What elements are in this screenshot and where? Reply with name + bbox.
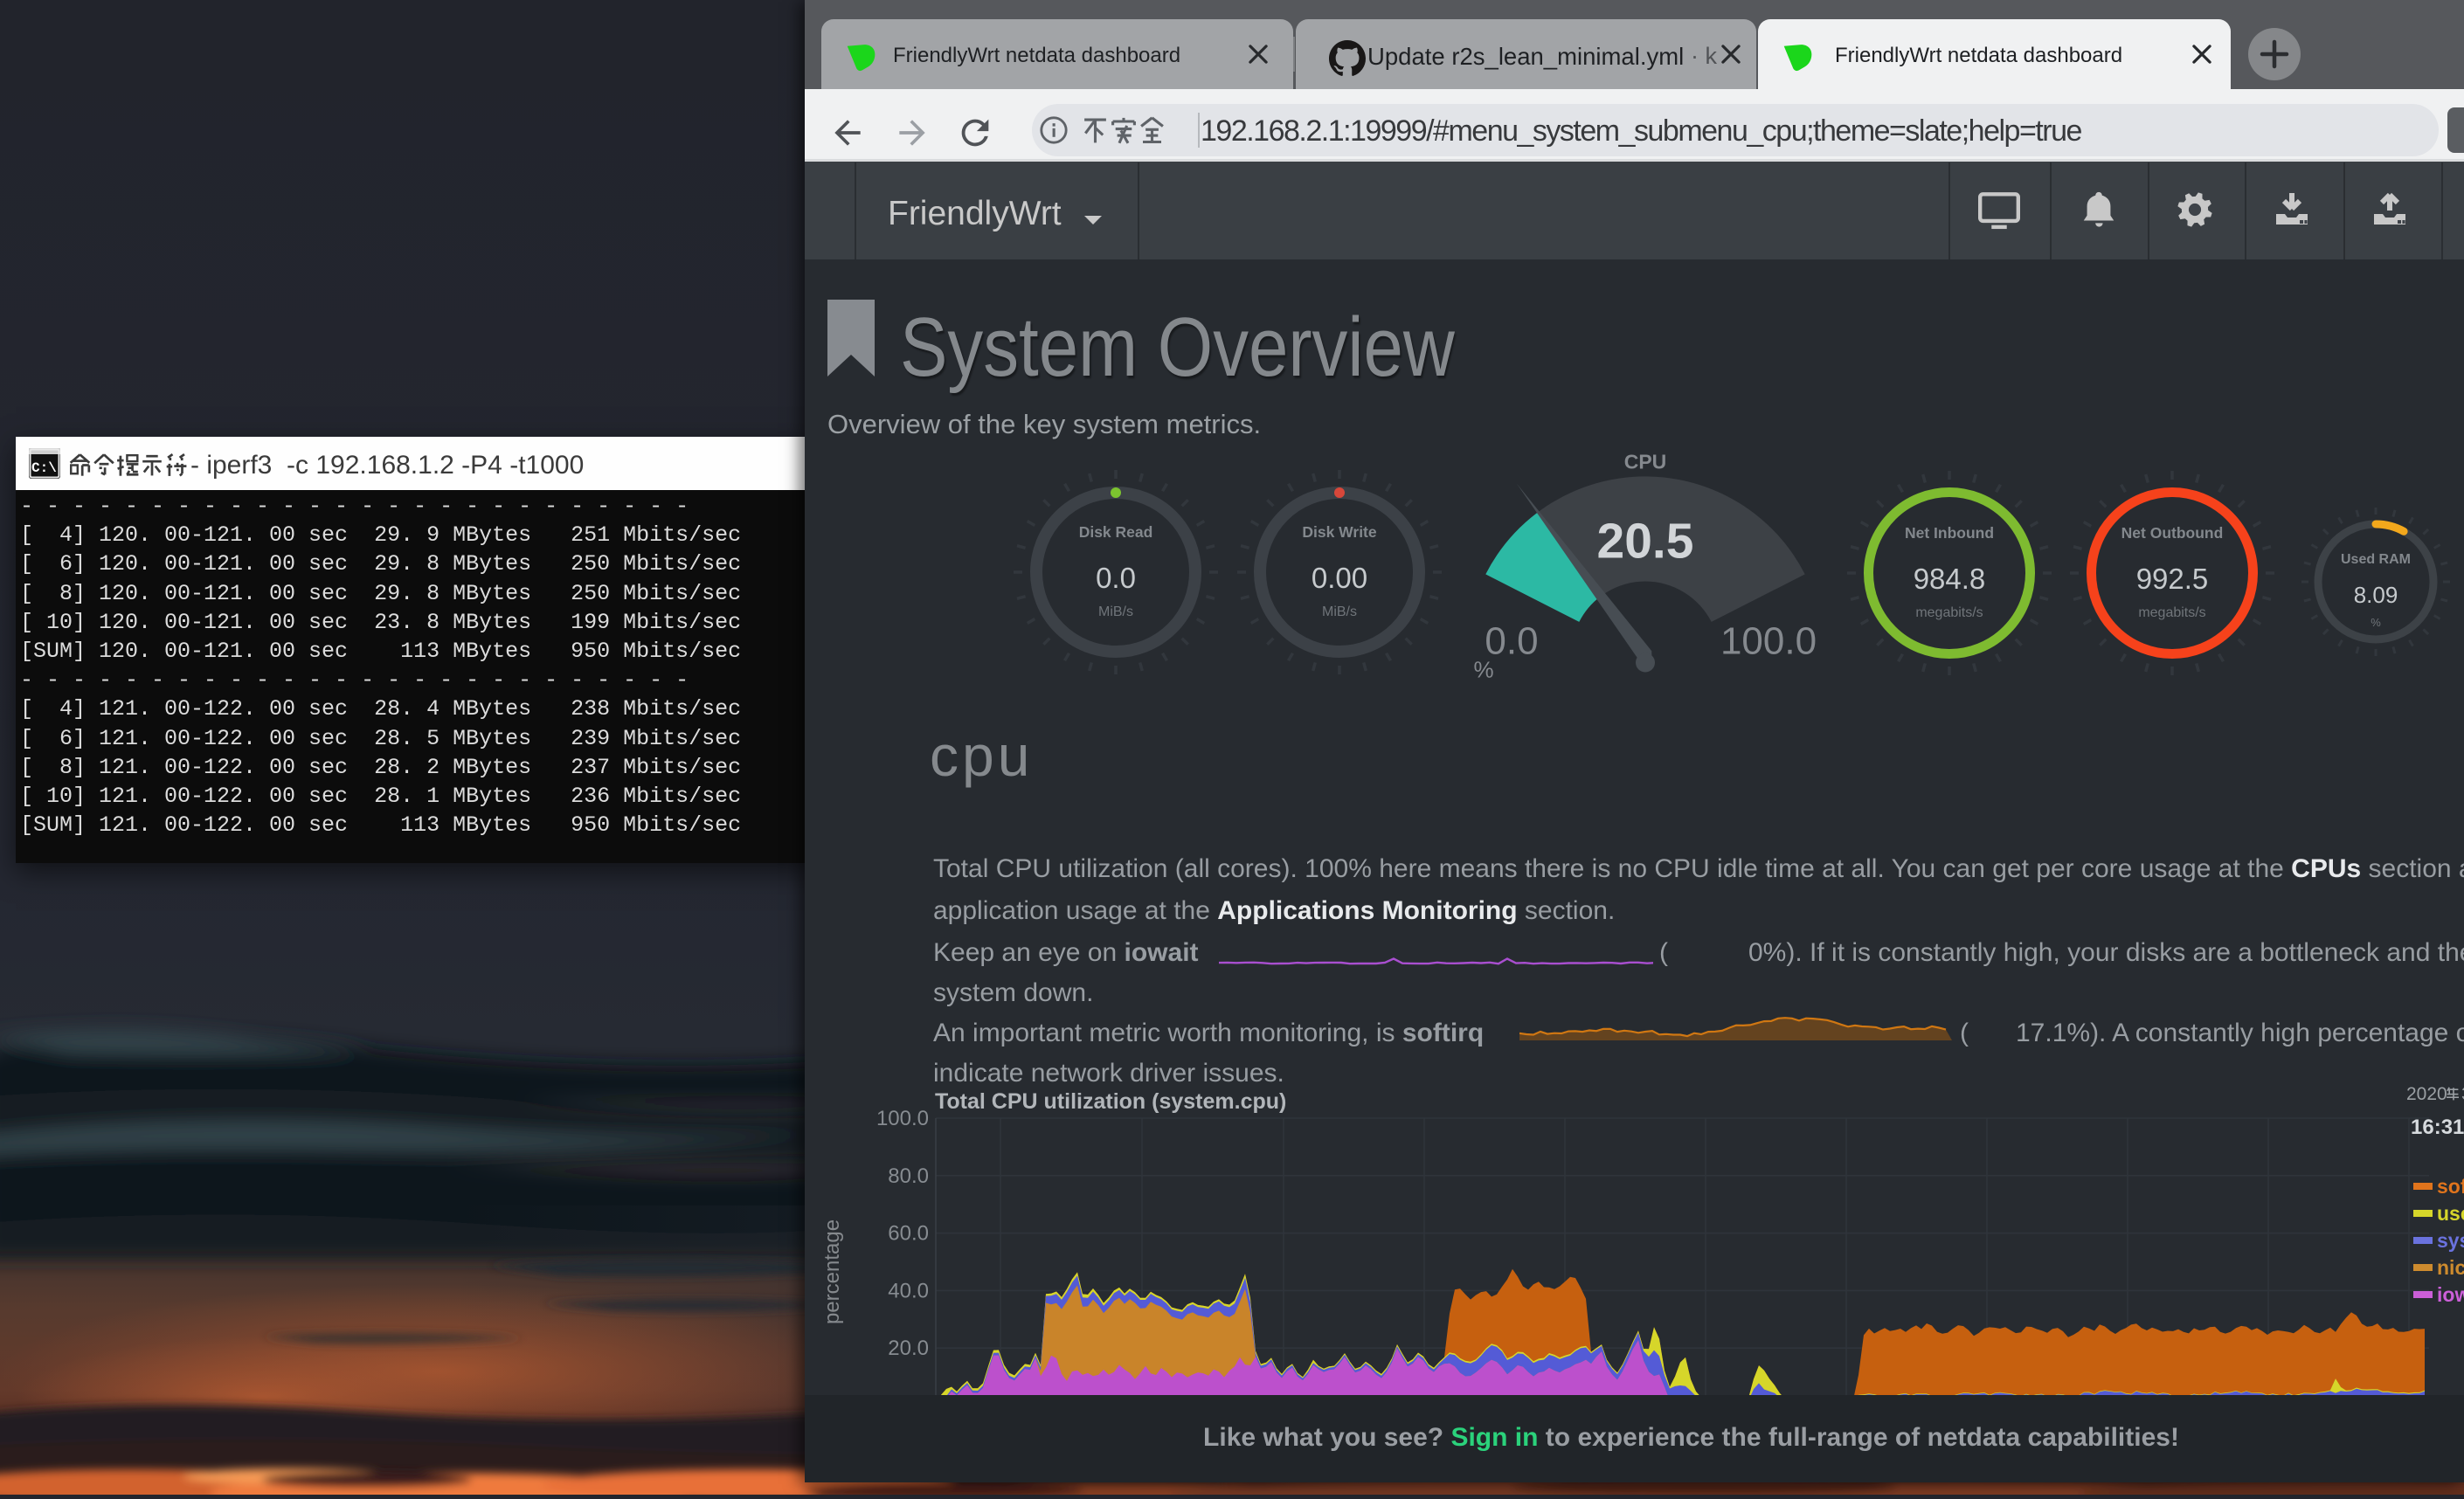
svg-text:MiB/s: MiB/s [1098, 604, 1133, 619]
svg-text:16:31:2: 16:31:2 [2411, 1116, 2464, 1139]
svg-text:CPU: CPU [1624, 451, 1667, 473]
svg-text:C:\: C:\ [31, 460, 57, 476]
svg-text:Disk Write: Disk Write [1302, 523, 1377, 541]
svg-text:8.09: 8.09 [2354, 582, 2398, 608]
svg-text:percentage: percentage [820, 1219, 844, 1324]
svg-text:100.0: 100.0 [876, 1107, 929, 1130]
svg-text:40.0: 40.0 [888, 1279, 929, 1302]
svg-text:992.5: 992.5 [2136, 563, 2209, 595]
svg-text:Disk Read: Disk Read [1079, 523, 1153, 541]
svg-text:984.8: 984.8 [1914, 563, 1986, 595]
svg-text:%: % [1473, 657, 1493, 683]
svg-text:0.00: 0.00 [1312, 562, 1367, 594]
svg-text:Net Inbound: Net Inbound [1905, 524, 1994, 542]
svg-text:80.0: 80.0 [888, 1164, 929, 1188]
svg-text:nice: nice [2437, 1256, 2464, 1279]
svg-text:soft: soft [2437, 1175, 2464, 1198]
svg-text:Net Outbound: Net Outbound [2121, 524, 2224, 542]
svg-text:100.0: 100.0 [1720, 620, 1817, 663]
svg-text:Total CPU utilization (system.: Total CPU utilization (system.cpu) [935, 1089, 1286, 1114]
svg-text:20.0: 20.0 [888, 1337, 929, 1360]
svg-text:0.0: 0.0 [1096, 562, 1136, 594]
svg-text:sys: sys [2437, 1229, 2464, 1252]
svg-text:megabits/s: megabits/s [1915, 605, 1983, 620]
svg-text:megabits/s: megabits/s [2138, 605, 2205, 620]
svg-text:2020: 2020 [2406, 1084, 2447, 1104]
svg-text:Used RAM: Used RAM [2341, 552, 2411, 567]
svg-text:60.0: 60.0 [888, 1222, 929, 1246]
svg-text:20.5: 20.5 [1597, 514, 1694, 570]
svg-text:%: % [2371, 616, 2381, 629]
svg-text:use: use [2437, 1202, 2464, 1225]
svg-text:iow: iow [2437, 1283, 2464, 1306]
svg-text:MiB/s: MiB/s [1322, 604, 1357, 619]
